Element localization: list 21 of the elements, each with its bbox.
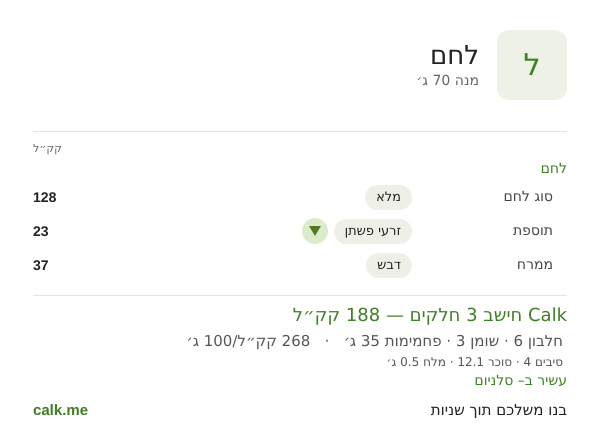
option-chip[interactable]: זרעי פשתן: [334, 218, 412, 244]
dish-title: לחם: [428, 41, 479, 71]
highlight-text: עשיר ב– סלניום: [473, 373, 567, 389]
site-link[interactable]: calk.me: [33, 402, 88, 418]
section-title: לחם: [540, 161, 567, 177]
option-chip[interactable]: דבש: [366, 252, 412, 278]
dropdown-icon[interactable]: [302, 218, 328, 244]
kcal-value: 128: [33, 189, 56, 205]
details-text: סיבים 4 · סוכר 12.1 · מלח 0.5 ג׳: [385, 355, 564, 369]
summary-title: Calk חישב 3 חלקים — 188 קק״ל: [292, 305, 567, 326]
letter-avatar: ל: [497, 30, 567, 100]
row-label: סוג לחם: [503, 189, 554, 205]
tagline-text: בנו משלכם תוך שניות: [430, 401, 567, 419]
macros-text: חלבון 6 · שומן 3 · פחמימות 35 ג׳ · 268 קק״ל/100 ג׳: [186, 332, 564, 350]
row-label: ממרח: [516, 257, 554, 273]
kcal-column-label: קק״ל: [33, 142, 62, 155]
kcal-value: 23: [33, 223, 49, 239]
option-chip[interactable]: מלא: [365, 184, 412, 210]
portion-text: מנה 70 ג׳: [416, 73, 479, 89]
row-label: תוספת: [512, 223, 554, 239]
kcal-value: 37: [33, 257, 49, 273]
